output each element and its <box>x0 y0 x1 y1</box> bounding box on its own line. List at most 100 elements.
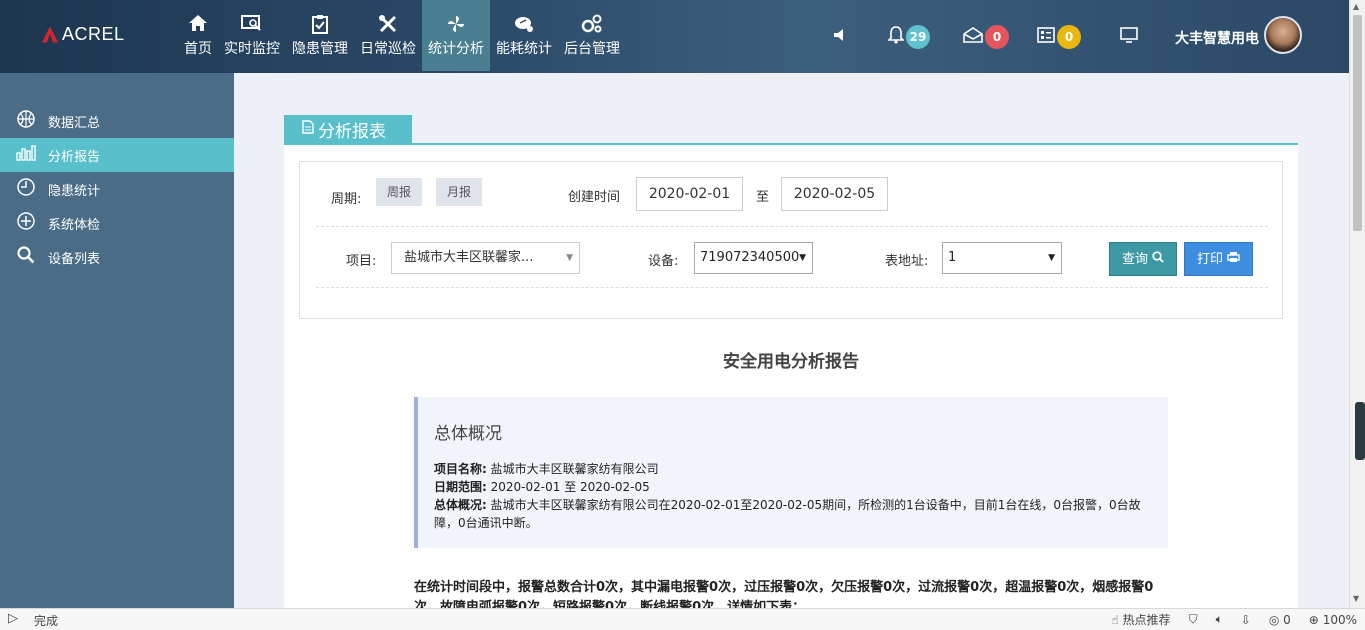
nav-statistics-label: 统计分析 <box>428 40 484 57</box>
overview-panel: 总体概况 项目名称: 盐城市大丰区联馨家纺有限公司 日期范围: 2020-02-… <box>414 397 1168 548</box>
nav-realtime-monitor[interactable]: 实时监控 <box>218 0 286 71</box>
top-header: ACREL 首页 实时监控 隐患管理 日常巡检 统计分析 能耗统计 后台管理 2… <box>0 0 1349 73</box>
project-label: 项目: <box>346 254 377 269</box>
nav-home-label: 首页 <box>184 40 212 57</box>
project-select[interactable]: 盐城市大丰区联馨家... ▼ <box>391 242 580 274</box>
filter-row-period: 周期: 周报 月报 创建时间 2020-02-01 至 2020-02-05 <box>316 162 1268 227</box>
grid-list-icon <box>1037 26 1055 47</box>
sidebar-item-analysis-report[interactable]: 分析报告 <box>0 138 234 172</box>
task-count-badge: 0 <box>1057 24 1081 49</box>
sidebar-item-system-check[interactable]: 系统体检 <box>0 206 234 240</box>
filter-panel: 周期: 周报 月报 创建时间 2020-02-01 至 2020-02-05 项… <box>299 161 1283 319</box>
summary-label: 总体概况: <box>434 498 487 512</box>
hot-recommend[interactable]: ☝ 热点推荐 <box>1111 611 1170 628</box>
main-nav: 首页 实时监控 隐患管理 日常巡检 统计分析 能耗统计 后台管理 <box>178 0 626 71</box>
scroll-up-icon[interactable]: ▲ <box>1353 2 1359 11</box>
date-range-line: 日期范围: 2020-02-01 至 2020-02-05 <box>434 478 1152 496</box>
screen-display-toggle[interactable] <box>1120 0 1138 73</box>
user-name[interactable]: 大丰智慧用电 <box>1175 28 1259 48</box>
alarm-statistics-text: 在统计时间段中，报警总数合计0次，其中漏电报警0次，过压报警0次，欠压报警0次，… <box>414 580 1154 608</box>
nav-backend-management[interactable]: 后台管理 <box>558 0 626 71</box>
end-date-input[interactable]: 2020-02-05 <box>781 177 888 211</box>
scrollbar-thumb[interactable] <box>1353 15 1362 231</box>
nav-daily-inspection[interactable]: 日常巡检 <box>354 0 422 71</box>
document-icon <box>302 119 314 139</box>
project-name-value: 盐城市大丰区联馨家纺有限公司 <box>490 462 659 476</box>
plus-circle-icon <box>16 212 36 234</box>
date-range-value: 2020-02-01 至 2020-02-05 <box>490 480 650 494</box>
tab-label: 分析报表 <box>318 121 386 142</box>
date-range-label: 日期范围: <box>434 480 487 494</box>
created-time-label: 创建时间 <box>568 190 621 205</box>
summary-line: 总体概况: 盐城市大丰区联馨家纺有限公司在2020-02-01至2020-02-… <box>434 496 1152 532</box>
nav-home[interactable]: 首页 <box>178 0 218 71</box>
nav-hazard-label: 隐患管理 <box>292 40 348 57</box>
to-label: 至 <box>756 190 770 205</box>
task-notifications[interactable]: 0 <box>1037 0 1081 73</box>
hand-icon: ☝ <box>1111 613 1119 627</box>
sidebar-item-data-summary[interactable]: 数据汇总 <box>0 104 234 138</box>
tab-analysis-report[interactable]: 分析报表 <box>284 115 412 143</box>
main-content: 分析报表 周期: 周报 月报 创建时间 2020-02-01 至 2020-02… <box>234 73 1349 608</box>
nav-energy-statistics[interactable]: 能耗统计 <box>490 0 558 71</box>
nav-realtime-label: 实时监控 <box>224 40 280 57</box>
query-button[interactable]: 查询 <box>1109 242 1178 276</box>
adblock-indicator[interactable]: ◎ 0 <box>1269 613 1291 627</box>
acrel-logo[interactable]: ACREL <box>42 24 125 45</box>
logo-mark-icon <box>42 26 58 43</box>
zoom-level: 100% <box>1322 612 1357 627</box>
nav-statistics-analysis[interactable]: 统计分析 <box>422 0 490 71</box>
basketball-icon <box>16 110 36 132</box>
side-panel-handle[interactable] <box>1355 402 1365 460</box>
vertical-scrollbar[interactable]: ▲ ▼ <box>1349 0 1365 608</box>
bar-chart-icon <box>16 145 36 165</box>
sidebar: 数据汇总 分析报告 隐患统计 系统体检 设备列表 <box>0 73 234 608</box>
nav-hazard-management[interactable]: 隐患管理 <box>286 0 354 71</box>
alarm-notifications[interactable]: 29 <box>887 0 930 73</box>
summary-value: 盐城市大丰区联馨家纺有限公司在2020-02-01至2020-02-05期间，所… <box>434 498 1141 530</box>
shield-icon[interactable]: ⛉ <box>1189 612 1198 627</box>
search-icon <box>1152 251 1164 267</box>
clipboard-check-icon <box>311 14 329 34</box>
nav-energy-label: 能耗统计 <box>496 40 552 57</box>
sound-toggle[interactable] <box>833 0 849 73</box>
zoom-icon: ⊕ <box>1308 612 1319 627</box>
print-button[interactable]: 打印 <box>1184 242 1254 276</box>
status-bar-tools: ☝ 热点推荐 ⛉ 🔈︎ ⇩ ◎ 0 ⊕ 100% <box>1111 611 1357 628</box>
monthly-report-button[interactable]: 月报 <box>436 178 483 206</box>
weekly-report-button[interactable]: 周报 <box>376 178 423 206</box>
gears-icon <box>581 14 603 34</box>
device-select-value: 719072340500 <box>700 250 800 265</box>
chevron-down-icon: ▼ <box>1048 253 1055 263</box>
nav-inspection-label: 日常巡检 <box>360 40 416 57</box>
volume-icon[interactable]: 🔈︎ <box>1216 612 1223 627</box>
adblock-icon: ◎ <box>1268 612 1280 627</box>
avatar[interactable] <box>1264 16 1302 54</box>
overview-heading: 总体概况 <box>434 424 502 444</box>
sidebar-item-device-list[interactable]: 设备列表 <box>0 240 234 274</box>
period-label: 周期: <box>331 192 362 207</box>
sidebar-item-label: 数据汇总 <box>48 115 101 131</box>
play-icon[interactable]: ▷ <box>8 611 18 626</box>
project-select-value: 盐城市大丰区联馨家... <box>404 250 534 265</box>
device-label: 设备: <box>648 254 679 269</box>
speaker-icon <box>833 27 849 46</box>
meter-icon <box>513 14 535 34</box>
zoom-indicator[interactable]: ⊕ 100% <box>1309 613 1357 627</box>
meter-select-value: 1 <box>948 250 957 265</box>
message-notifications[interactable]: 0 <box>963 0 1009 73</box>
sidebar-item-label: 隐患统计 <box>48 183 101 199</box>
nav-backend-label: 后台管理 <box>564 40 620 57</box>
filter-row-device: 项目: 盐城市大丰区联馨家... ▼ 设备: 719072340500 ▼ 表地… <box>316 227 1268 288</box>
scroll-down-icon[interactable]: ▼ <box>1353 594 1359 603</box>
start-date-input[interactable]: 2020-02-01 <box>636 177 743 211</box>
monitor-icon <box>1120 26 1138 47</box>
sidebar-item-hazard-statistics[interactable]: 隐患统计 <box>0 172 234 206</box>
project-name-label: 项目名称: <box>434 462 487 476</box>
download-icon[interactable]: ⇩ <box>1241 613 1251 627</box>
envelope-open-icon <box>963 26 983 47</box>
meter-address-select[interactable]: 1 ▼ <box>942 242 1062 274</box>
device-select[interactable]: 719072340500 ▼ <box>694 242 813 274</box>
report-card: 周期: 周报 月报 创建时间 2020-02-01 至 2020-02-05 项… <box>284 143 1298 608</box>
hot-recommend-label: 热点推荐 <box>1122 613 1171 627</box>
